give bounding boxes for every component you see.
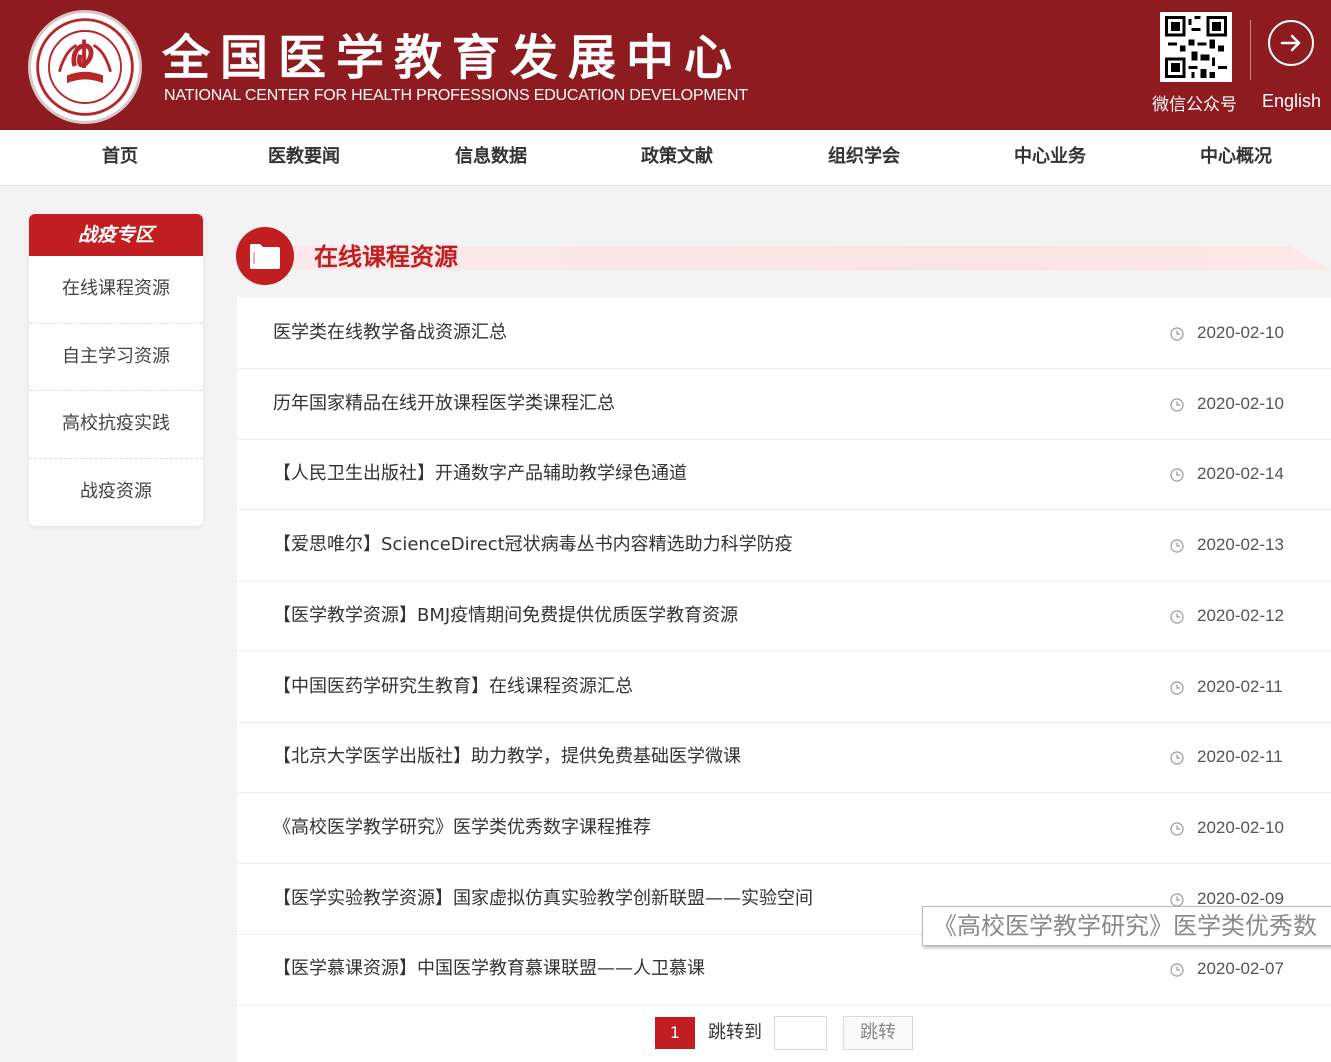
english-link[interactable]: English	[1262, 91, 1321, 112]
header-divider	[1250, 20, 1251, 80]
article-list: 医学类在线教学备战资源汇总 2020-02-10 历年国家精品在线开放课程医学类课程…	[237, 298, 1331, 1062]
list-item[interactable]: 【爱思唯尔】ScienceDirect冠状病毒丛书内容精选助力科学防疫 2020-…	[237, 510, 1331, 582]
nav-item-organization[interactable]: 组织学会	[828, 130, 900, 186]
list-item-title[interactable]: 【医学教学资源】BMJ疫情期间免费提供优质医学教育资源	[273, 581, 738, 651]
pagination-jump-label: 跳转到	[708, 1022, 762, 1043]
nav-item-home[interactable]: 首页	[102, 130, 138, 186]
section-title: 在线课程资源	[314, 243, 458, 271]
pagination-current-page[interactable]: 1	[655, 1017, 695, 1049]
clock-icon	[1170, 397, 1184, 412]
sidebar-item-university-practice[interactable]: 高校抗疫实践	[29, 391, 203, 459]
title-tooltip: 《高校医学教学研究》医学类优秀数	[922, 906, 1331, 946]
sidebar-item-self-study[interactable]: 自主学习资源	[29, 324, 203, 391]
site-header: 全国医学教育发展中心 NATIONAL CENTER FOR HEALTH PR…	[0, 0, 1331, 130]
section-header: 在线课程资源	[236, 227, 1331, 285]
list-item-title[interactable]: 医学类在线教学备战资源汇总	[273, 298, 507, 368]
clock-icon	[1170, 962, 1184, 977]
list-item[interactable]: 【中国医药学研究生教育】在线课程资源汇总 2020-02-11	[237, 652, 1331, 723]
wechat-label: 微信公众号	[1152, 95, 1237, 115]
clock-icon	[1170, 892, 1184, 907]
clock-icon	[1170, 609, 1184, 624]
sidebar: 战疫专区 在线课程资源 自主学习资源 高校抗疫实践 战疫资源	[29, 214, 203, 526]
main-nav: 首页 医教要闻 信息数据 政策文献 组织学会 中心业务 中心概况	[0, 130, 1331, 186]
wechat-qr-code	[1160, 12, 1232, 82]
list-item[interactable]: 医学类在线教学备战资源汇总 2020-02-10	[237, 298, 1331, 369]
list-item-date: 2020-02-11	[1197, 747, 1283, 767]
list-item-date: 2020-02-10	[1197, 323, 1284, 342]
list-item-title[interactable]: 《高校医学教学研究》医学类优秀数字课程推荐	[273, 793, 651, 863]
folder-icon	[236, 227, 294, 285]
list-item-title[interactable]: 【医学实验教学资源】国家虚拟仿真实验教学创新联盟——实验空间	[273, 864, 813, 934]
list-item[interactable]: 历年国家精品在线开放课程医学类课程汇总 2020-02-10	[237, 369, 1331, 440]
nav-item-news[interactable]: 医教要闻	[268, 130, 340, 186]
nav-item-policy[interactable]: 政策文献	[641, 130, 713, 186]
site-logo[interactable]	[28, 10, 142, 124]
list-item-title[interactable]: 【中国医药学研究生教育】在线课程资源汇总	[273, 652, 633, 722]
list-item-date: 2020-02-14	[1197, 464, 1284, 484]
list-item-date: 2020-02-10	[1197, 393, 1284, 413]
nav-item-business[interactable]: 中心业务	[1014, 130, 1086, 186]
list-item[interactable]: 《高校医学教学研究》医学类优秀数字课程推荐 2020-02-10	[237, 793, 1331, 864]
list-item[interactable]: 【北京大学医学出版社】助力教学，提供免费基础医学微课 2020-02-11	[237, 722, 1331, 794]
sidebar-title: 战疫专区	[29, 214, 203, 256]
site-subtitle: NATIONAL CENTER FOR HEALTH PROFESSIONS E…	[164, 87, 748, 104]
list-item[interactable]: 【医学教学资源】BMJ疫情期间免费提供优质医学教育资源 2020-02-12	[237, 581, 1331, 652]
clock-icon	[1170, 538, 1184, 553]
clock-icon	[1170, 326, 1184, 341]
list-item-date: 2020-02-12	[1197, 605, 1284, 625]
clock-icon	[1170, 467, 1184, 482]
list-item-date: 2020-02-11	[1197, 676, 1283, 696]
sidebar-item-resources[interactable]: 战疫资源	[29, 459, 203, 527]
clock-icon	[1170, 680, 1184, 695]
pagination-jump-input[interactable]	[774, 1016, 827, 1050]
list-item-title[interactable]: 【北京大学医学出版社】助力教学，提供免费基础医学微课	[273, 722, 741, 792]
list-item-title[interactable]: 【人民卫生出版社】开通数字产品辅助教学绿色通道	[273, 439, 687, 509]
list-item-title[interactable]: 历年国家精品在线开放课程医学类课程汇总	[273, 369, 615, 439]
site-title: 全国医学教育发展中心	[162, 30, 743, 86]
clock-icon	[1170, 821, 1184, 836]
sidebar-item-online-courses[interactable]: 在线课程资源	[29, 256, 203, 324]
list-item-date: 2020-02-13	[1197, 535, 1284, 555]
arrow-right-circle-icon[interactable]	[1268, 20, 1314, 66]
list-item-date: 2020-02-10	[1197, 817, 1284, 837]
list-item-title[interactable]: 【爱思唯尔】ScienceDirect冠状病毒丛书内容精选助力科学防疫	[273, 510, 793, 580]
pagination-jump-button[interactable]: 跳转	[843, 1016, 913, 1050]
nav-item-about[interactable]: 中心概况	[1200, 130, 1272, 186]
clock-icon	[1170, 750, 1184, 765]
list-item[interactable]: 【人民卫生出版社】开通数字产品辅助教学绿色通道 2020-02-14	[237, 439, 1331, 511]
list-item-title[interactable]: 【医学慕课资源】中国医学教育慕课联盟——人卫慕课	[273, 934, 705, 1004]
nav-item-data[interactable]: 信息数据	[455, 130, 527, 186]
